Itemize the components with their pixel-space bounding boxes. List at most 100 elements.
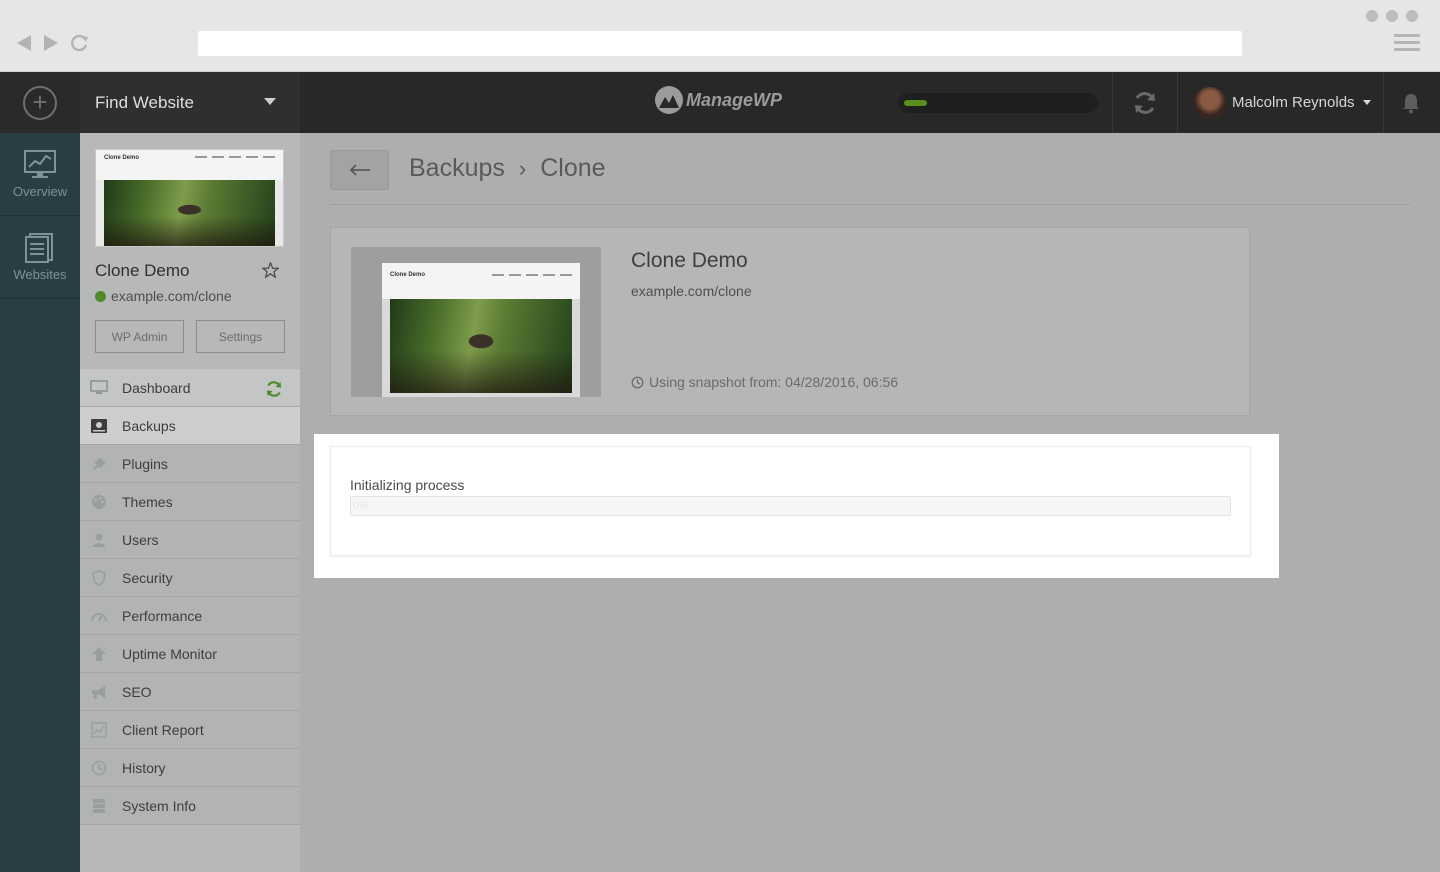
breadcrumb: Backups › Clone bbox=[409, 154, 606, 183]
sidebar-item-label: Users bbox=[122, 531, 159, 548]
global-progress-bar bbox=[898, 93, 1098, 113]
sidebar-item-label: Client Report bbox=[122, 721, 204, 738]
bell-icon[interactable] bbox=[1398, 90, 1424, 116]
palette-icon bbox=[90, 494, 108, 510]
thumb-site-title: Clone Demo bbox=[104, 155, 140, 161]
card-site-title: Clone Demo bbox=[631, 249, 748, 272]
sidebar-item-dashboard[interactable]: Dashboard bbox=[80, 369, 300, 407]
global-progress-fill bbox=[904, 100, 927, 106]
sidebar-item-themes[interactable]: Themes bbox=[80, 483, 300, 521]
monitor-icon bbox=[90, 379, 108, 396]
add-website-button[interactable]: + bbox=[0, 72, 80, 133]
sidebar-item-label: SEO bbox=[122, 683, 152, 700]
progress-highlight: Initializing process 0% bbox=[314, 434, 1279, 578]
sidebar-item-label: Dashboard bbox=[122, 379, 191, 396]
sidebar-item-backups[interactable]: Backups bbox=[80, 407, 300, 445]
sidebar-site-url-text: example.com/clone bbox=[111, 288, 232, 304]
rail-item-websites[interactable]: Websites bbox=[0, 216, 80, 299]
settings-button[interactable]: Settings bbox=[196, 320, 285, 353]
clone-progress-panel: Initializing process 0% bbox=[330, 446, 1251, 556]
star-icon[interactable] bbox=[261, 260, 280, 283]
sidebar-item-label: History bbox=[122, 759, 166, 776]
find-website-dropdown[interactable]: Find Website bbox=[80, 72, 300, 133]
site-preview-inner: Clone Demo bbox=[382, 263, 580, 397]
sidebar-site-name: Clone Demo bbox=[95, 261, 190, 280]
gauge-icon bbox=[90, 608, 108, 624]
clock-icon bbox=[631, 376, 644, 388]
rail-item-label: Overview bbox=[12, 183, 68, 199]
arrow-up-icon bbox=[90, 646, 108, 662]
managewp-logo[interactable]: ManageWP bbox=[655, 86, 782, 114]
card-site-url[interactable]: example.com/clone bbox=[631, 283, 752, 299]
sidebar-item-uptime-monitor[interactable]: Uptime Monitor bbox=[80, 635, 300, 673]
window-dots bbox=[1366, 10, 1418, 22]
back-button[interactable] bbox=[330, 150, 389, 190]
sidebar-item-history[interactable]: History bbox=[80, 749, 300, 787]
sidebar-item-label: Performance bbox=[122, 607, 203, 624]
address-bar[interactable] bbox=[198, 31, 1242, 56]
site-preview: Clone Demo bbox=[351, 247, 601, 397]
sidebar-item-users[interactable]: Users bbox=[80, 521, 300, 559]
wp-admin-button[interactable]: WP Admin bbox=[95, 320, 184, 353]
sidebar-item-system-info[interactable]: System Info bbox=[80, 787, 300, 825]
site-card: Clone Demo Clone Demo example.com/clone … bbox=[330, 227, 1250, 416]
browser-forward-icon[interactable] bbox=[41, 33, 61, 53]
sidebar-item-label: Security bbox=[122, 569, 173, 586]
progress-status: Initializing process bbox=[350, 477, 465, 493]
sync-icon[interactable] bbox=[264, 379, 284, 402]
sidebar-item-seo[interactable]: SEO bbox=[80, 673, 300, 711]
chevron-right-icon: › bbox=[518, 155, 527, 181]
sync-icon bbox=[1135, 91, 1155, 114]
site-sidebar: Clone Demo Clone Demo example.com/clone … bbox=[80, 133, 300, 872]
user-name: Malcolm Reynolds bbox=[1232, 94, 1355, 111]
progress-percent: 0% bbox=[353, 500, 369, 512]
site-thumbnail[interactable]: Clone Demo bbox=[95, 149, 284, 247]
sidebar-item-label: Plugins bbox=[122, 455, 168, 472]
avatar bbox=[1194, 86, 1226, 119]
report-icon bbox=[90, 721, 108, 738]
thumb-header: Clone Demo bbox=[96, 150, 283, 180]
sidebar-item-plugins[interactable]: Plugins bbox=[80, 445, 300, 483]
user-menu[interactable]: Malcolm Reynolds bbox=[1178, 72, 1384, 133]
user-icon bbox=[90, 532, 108, 548]
browser-chrome bbox=[0, 0, 1440, 72]
sidebar-item-performance[interactable]: Performance bbox=[80, 597, 300, 635]
rail-item-overview[interactable]: Overview bbox=[0, 133, 80, 216]
preview-nav bbox=[492, 274, 572, 276]
shield-icon bbox=[90, 569, 108, 586]
browser-back-icon[interactable] bbox=[14, 33, 34, 53]
caret-down-icon bbox=[1362, 100, 1371, 105]
browser-reload-icon[interactable] bbox=[70, 33, 90, 53]
server-icon bbox=[90, 798, 108, 814]
caret-down-icon bbox=[264, 98, 276, 105]
logo-mountain-icon bbox=[655, 86, 683, 114]
clone-progress-bar: 0% bbox=[350, 496, 1231, 516]
websites-icon bbox=[25, 232, 53, 263]
sidebar-item-label: Uptime Monitor bbox=[122, 645, 217, 662]
megaphone-icon bbox=[90, 684, 108, 700]
thumb-photo bbox=[104, 180, 275, 246]
snapshot-text: Using snapshot from: 04/28/2016, 06:56 bbox=[649, 374, 899, 390]
breadcrumb-backups[interactable]: Backups bbox=[409, 154, 505, 183]
left-rail: Overview Websites bbox=[0, 133, 80, 872]
plus-icon: + bbox=[23, 85, 57, 120]
snapshot-info: Using snapshot from: 04/28/2016, 06:56 bbox=[631, 374, 898, 390]
site-menu: Dashboard Backups Plugins Themes Users S… bbox=[80, 369, 300, 825]
sidebar-site-url[interactable]: example.com/clone bbox=[95, 288, 232, 304]
find-website-label: Find Website bbox=[95, 93, 194, 112]
app-topbar: + Find Website ManageWP Malcolm Reynolds bbox=[0, 72, 1440, 133]
divider bbox=[330, 204, 1410, 205]
sync-button[interactable] bbox=[1112, 72, 1178, 133]
chart-monitor-icon bbox=[24, 149, 56, 178]
browser-menu-icon[interactable] bbox=[1394, 34, 1420, 52]
preview-photo bbox=[390, 299, 572, 393]
arrow-left-icon bbox=[349, 164, 370, 176]
sidebar-item-label: Backups bbox=[122, 417, 176, 434]
sidebar-item-label: Themes bbox=[122, 493, 173, 510]
backup-icon bbox=[90, 418, 108, 434]
sidebar-item-client-report[interactable]: Client Report bbox=[80, 711, 300, 749]
logo-text: ManageWP bbox=[686, 89, 783, 110]
globe-icon bbox=[95, 290, 106, 302]
breadcrumb-clone: Clone bbox=[540, 154, 606, 182]
sidebar-item-security[interactable]: Security bbox=[80, 559, 300, 597]
